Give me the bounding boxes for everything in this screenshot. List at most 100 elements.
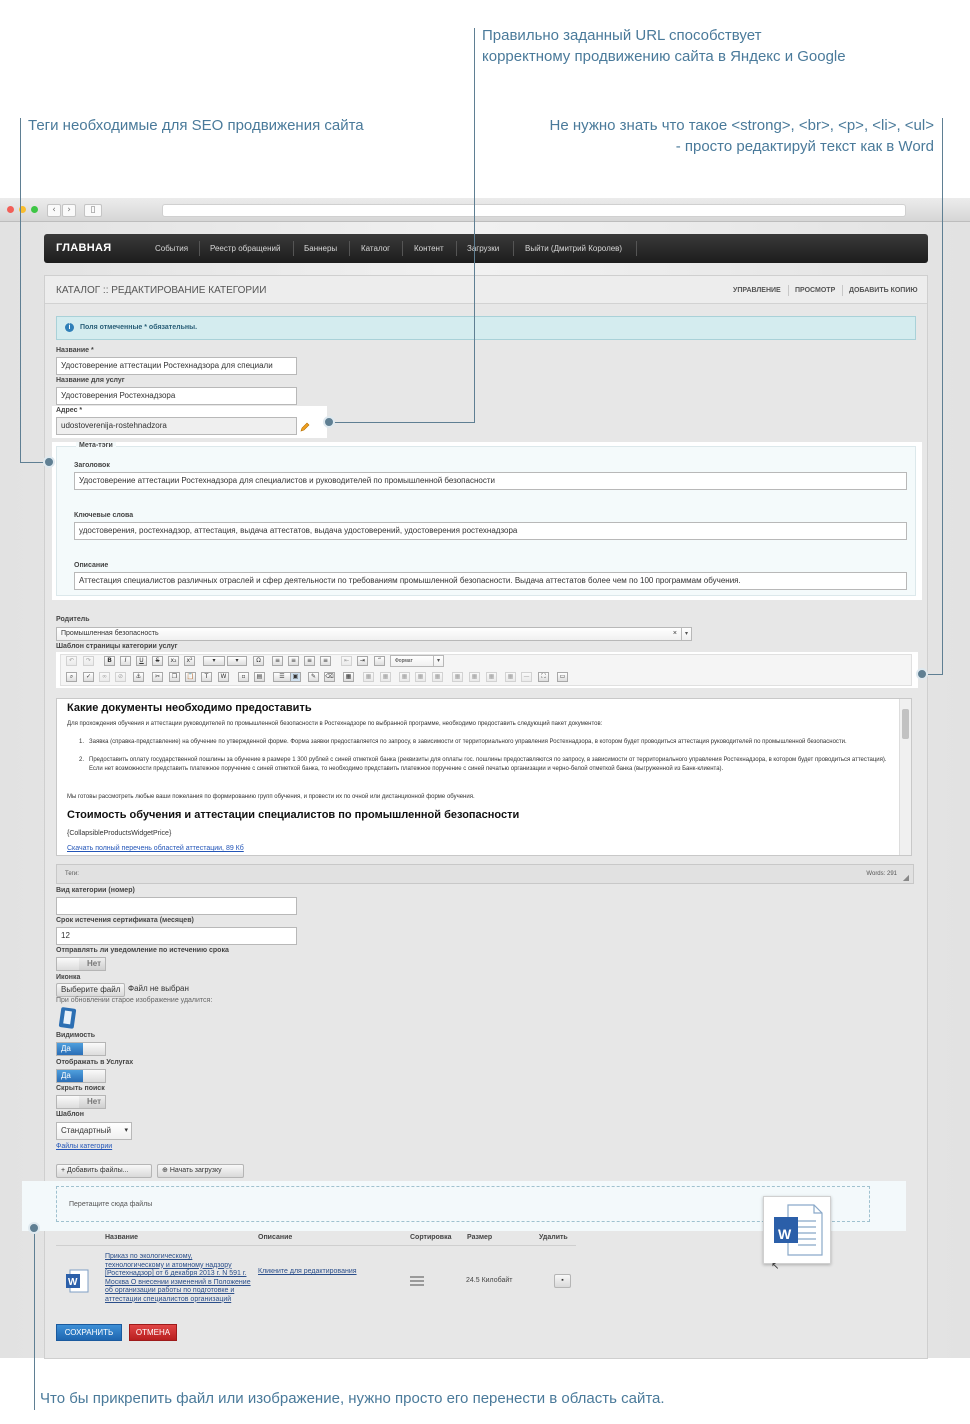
- text-color-dropdown[interactable]: ▾: [203, 656, 225, 666]
- superscript-icon[interactable]: x²: [184, 656, 195, 666]
- notify-toggle[interactable]: Нет: [56, 957, 106, 971]
- delete-row-icon[interactable]: ▦: [432, 672, 443, 682]
- indent-icon[interactable]: ⇥: [357, 656, 368, 666]
- align-justify-icon[interactable]: ≡: [320, 656, 331, 666]
- rich-text-editor[interactable]: Какие документы необходимо предоставить …: [56, 698, 912, 856]
- image-icon[interactable]: ▣: [290, 672, 301, 682]
- editor-scrollbar[interactable]: [899, 699, 911, 855]
- copy-icon[interactable]: ❐: [169, 672, 180, 682]
- align-center-icon[interactable]: ≡: [288, 656, 299, 666]
- maximize-window-icon[interactable]: [31, 206, 38, 213]
- row-props-icon[interactable]: ▦: [380, 672, 391, 682]
- nav-registry[interactable]: Реестр обращений: [210, 244, 280, 253]
- nav-banners[interactable]: Баннеры: [304, 244, 337, 253]
- cut-icon[interactable]: ✂: [152, 672, 163, 682]
- eraser-icon[interactable]: ⌫: [324, 672, 335, 682]
- meta-description-input[interactable]: Аттестация специалистов различных отрасл…: [74, 572, 907, 590]
- show-in-services-toggle[interactable]: Да: [56, 1069, 106, 1083]
- anchor-icon[interactable]: ⚓: [133, 672, 144, 682]
- link-icon[interactable]: ∞: [99, 672, 110, 682]
- paste-text-icon[interactable]: T: [201, 672, 212, 682]
- address-bar[interactable]: [162, 204, 906, 217]
- address-input[interactable]: udostoverenija-rostehnadzora: [56, 417, 297, 435]
- split-cell-icon[interactable]: ▦: [486, 672, 497, 682]
- find-icon[interactable]: ⌕: [66, 672, 77, 682]
- paste-word-icon[interactable]: W: [218, 672, 229, 682]
- source-code-icon[interactable]: ▦: [343, 672, 354, 682]
- dragged-word-file-icon[interactable]: W: [763, 1196, 831, 1264]
- forward-icon[interactable]: ›: [62, 204, 76, 217]
- preview-link[interactable]: ПРОСМОТР: [795, 287, 835, 294]
- file-name-link[interactable]: Приказ по экологическому, технологическо…: [105, 1253, 251, 1304]
- spellcheck-icon[interactable]: ✓: [83, 672, 94, 682]
- bg-color-dropdown[interactable]: ▾: [227, 656, 247, 666]
- cell-props-icon[interactable]: ▦: [399, 672, 410, 682]
- edit-pencil-icon[interactable]: [300, 419, 310, 437]
- paste-icon[interactable]: 📋: [185, 672, 196, 682]
- unlink-icon[interactable]: ⊘: [115, 672, 126, 682]
- nav-downloads[interactable]: Загрузки: [467, 244, 499, 253]
- italic-icon[interactable]: I: [120, 656, 131, 666]
- insert-row-icon[interactable]: ▦: [415, 672, 426, 682]
- meta-title-input[interactable]: Удостоверение аттестации Ростехнадзора д…: [74, 472, 907, 490]
- bold-icon[interactable]: B: [104, 656, 115, 666]
- template-icon[interactable]: ▤: [254, 672, 265, 682]
- clear-icon[interactable]: ×: [673, 628, 677, 640]
- format-select[interactable]: Формат ▾: [390, 655, 444, 667]
- special-char-icon[interactable]: Ω: [253, 656, 264, 666]
- nav-content[interactable]: Контент: [414, 244, 444, 253]
- nav-catalog[interactable]: Каталог: [361, 244, 390, 253]
- fullscreen-icon[interactable]: ⛶: [538, 672, 549, 682]
- table-icon[interactable]: ▦: [363, 672, 374, 682]
- hr-icon[interactable]: —: [521, 672, 532, 682]
- add-files-button[interactable]: + Добавить файлы...: [56, 1164, 152, 1178]
- subscript-icon[interactable]: x₂: [168, 656, 179, 666]
- scrollbar-thumb[interactable]: [902, 709, 909, 739]
- highlight-icon[interactable]: ✎: [308, 672, 319, 682]
- service-name-input[interactable]: Удостоверения Ростехнадзора: [56, 387, 297, 405]
- category-type-input[interactable]: [56, 897, 297, 915]
- back-icon[interactable]: ‹: [47, 204, 61, 217]
- insert-col-icon[interactable]: ▦: [452, 672, 463, 682]
- underline-icon[interactable]: U: [136, 656, 147, 666]
- choose-file-button[interactable]: Выберите файл: [56, 983, 126, 997]
- blockquote-icon[interactable]: “: [374, 656, 385, 666]
- new-document-icon[interactable]: ▫: [238, 672, 249, 682]
- cancel-button[interactable]: ОТМЕНА: [129, 1324, 177, 1341]
- drag-handle-icon[interactable]: [410, 1274, 424, 1292]
- delete-file-button[interactable]: ▪: [554, 1274, 571, 1288]
- strikethrough-icon[interactable]: S: [152, 656, 163, 666]
- delete-col-icon[interactable]: ▦: [469, 672, 480, 682]
- hide-search-toggle[interactable]: Нет: [56, 1095, 106, 1109]
- start-upload-button[interactable]: ⊕ Начать загрузку: [157, 1164, 244, 1178]
- resize-handle-icon[interactable]: ◢: [903, 873, 909, 882]
- name-input[interactable]: Удостоверение аттестации Ростехнадзора д…: [56, 357, 297, 375]
- chevron-down-icon[interactable]: ▾: [681, 628, 691, 640]
- file-description-link[interactable]: Кликните для редактирования: [258, 1268, 357, 1275]
- editor-download-link[interactable]: Скачать полный перечень областей аттеста…: [67, 845, 244, 852]
- media-icon[interactable]: ▭: [557, 672, 568, 682]
- redo-icon[interactable]: ↷: [83, 656, 94, 666]
- manage-link[interactable]: УПРАВЛЕНИЕ: [733, 287, 781, 294]
- chevron-down-icon[interactable]: ▾: [433, 656, 443, 666]
- insert-list-icon[interactable]: ☰: [273, 672, 291, 682]
- nav-home[interactable]: ГЛАВНАЯ: [56, 242, 111, 254]
- save-button[interactable]: СОХРАНИТЬ: [56, 1324, 122, 1341]
- merge-cell-icon[interactable]: ▦: [505, 672, 516, 682]
- category-files-link[interactable]: Файлы категории: [56, 1143, 112, 1150]
- add-copy-link[interactable]: ДОБАВИТЬ КОПИЮ: [849, 287, 918, 294]
- nav-logout[interactable]: Выйти (Дмитрий Королев): [525, 244, 622, 253]
- align-right-icon[interactable]: ≡: [304, 656, 315, 666]
- template-select[interactable]: Стандартный ▾: [56, 1122, 132, 1140]
- file-drop-zone[interactable]: Перетащите сюда файлы: [56, 1186, 870, 1222]
- sidebar-toggle-icon[interactable]: ▯: [84, 204, 102, 217]
- align-left-icon[interactable]: ≡: [272, 656, 283, 666]
- undo-icon[interactable]: ↶: [66, 656, 77, 666]
- chevron-down-icon[interactable]: ▾: [124, 1123, 128, 1139]
- nav-events[interactable]: События: [155, 244, 188, 253]
- outdent-icon[interactable]: ⇤: [341, 656, 352, 666]
- close-window-icon[interactable]: [7, 206, 14, 213]
- visibility-toggle[interactable]: Да: [56, 1042, 106, 1056]
- meta-keywords-input[interactable]: удостоверения, ростехнадзор, аттестация,…: [74, 522, 907, 540]
- cert-expiry-input[interactable]: 12: [56, 927, 297, 945]
